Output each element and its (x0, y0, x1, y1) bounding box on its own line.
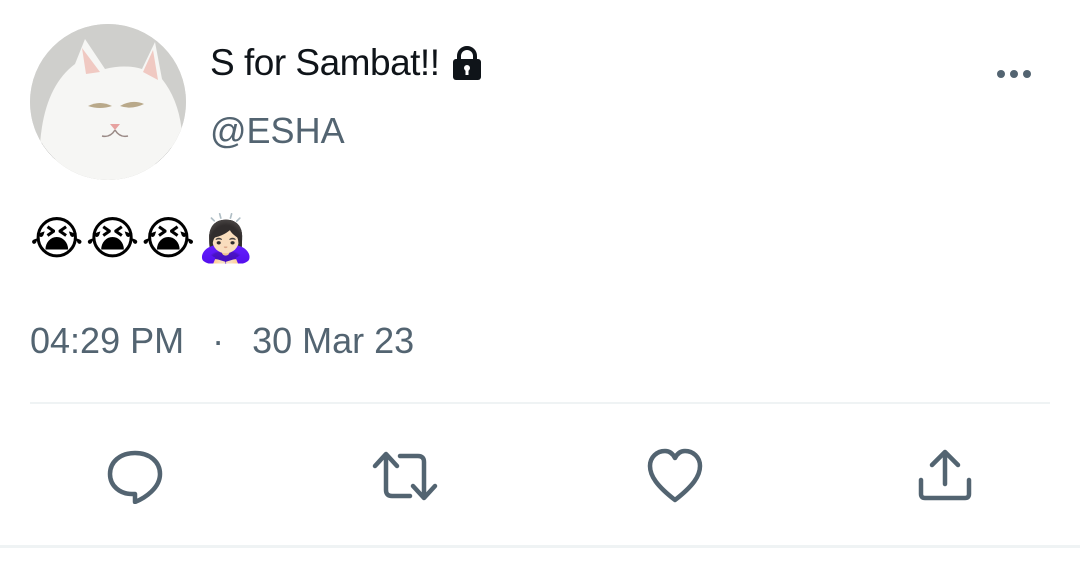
divider-bottom (0, 545, 1080, 548)
retweet-icon[interactable] (372, 448, 438, 504)
more-horizontal-icon[interactable] (996, 64, 1036, 84)
reply-icon[interactable] (107, 448, 163, 504)
lock-icon (450, 45, 484, 86)
author-handle[interactable]: @ESHA (210, 110, 345, 152)
heart-icon[interactable] (647, 448, 703, 504)
tweet-meta: 04:29 PM · 30 Mar 23 (30, 320, 414, 362)
tweet-text: 😭😭😭🙇🏻‍♀️ (30, 211, 257, 265)
share-icon[interactable] (917, 448, 973, 504)
avatar[interactable] (30, 24, 186, 180)
tweet-date[interactable]: 30 Mar 23 (252, 320, 414, 362)
divider (30, 402, 1050, 404)
tweet-time[interactable]: 04:29 PM (30, 320, 184, 362)
meta-separator: · (212, 320, 225, 361)
author-name[interactable]: S for Sambat!! (210, 42, 440, 84)
author-row: S for Sambat!! (210, 38, 484, 88)
